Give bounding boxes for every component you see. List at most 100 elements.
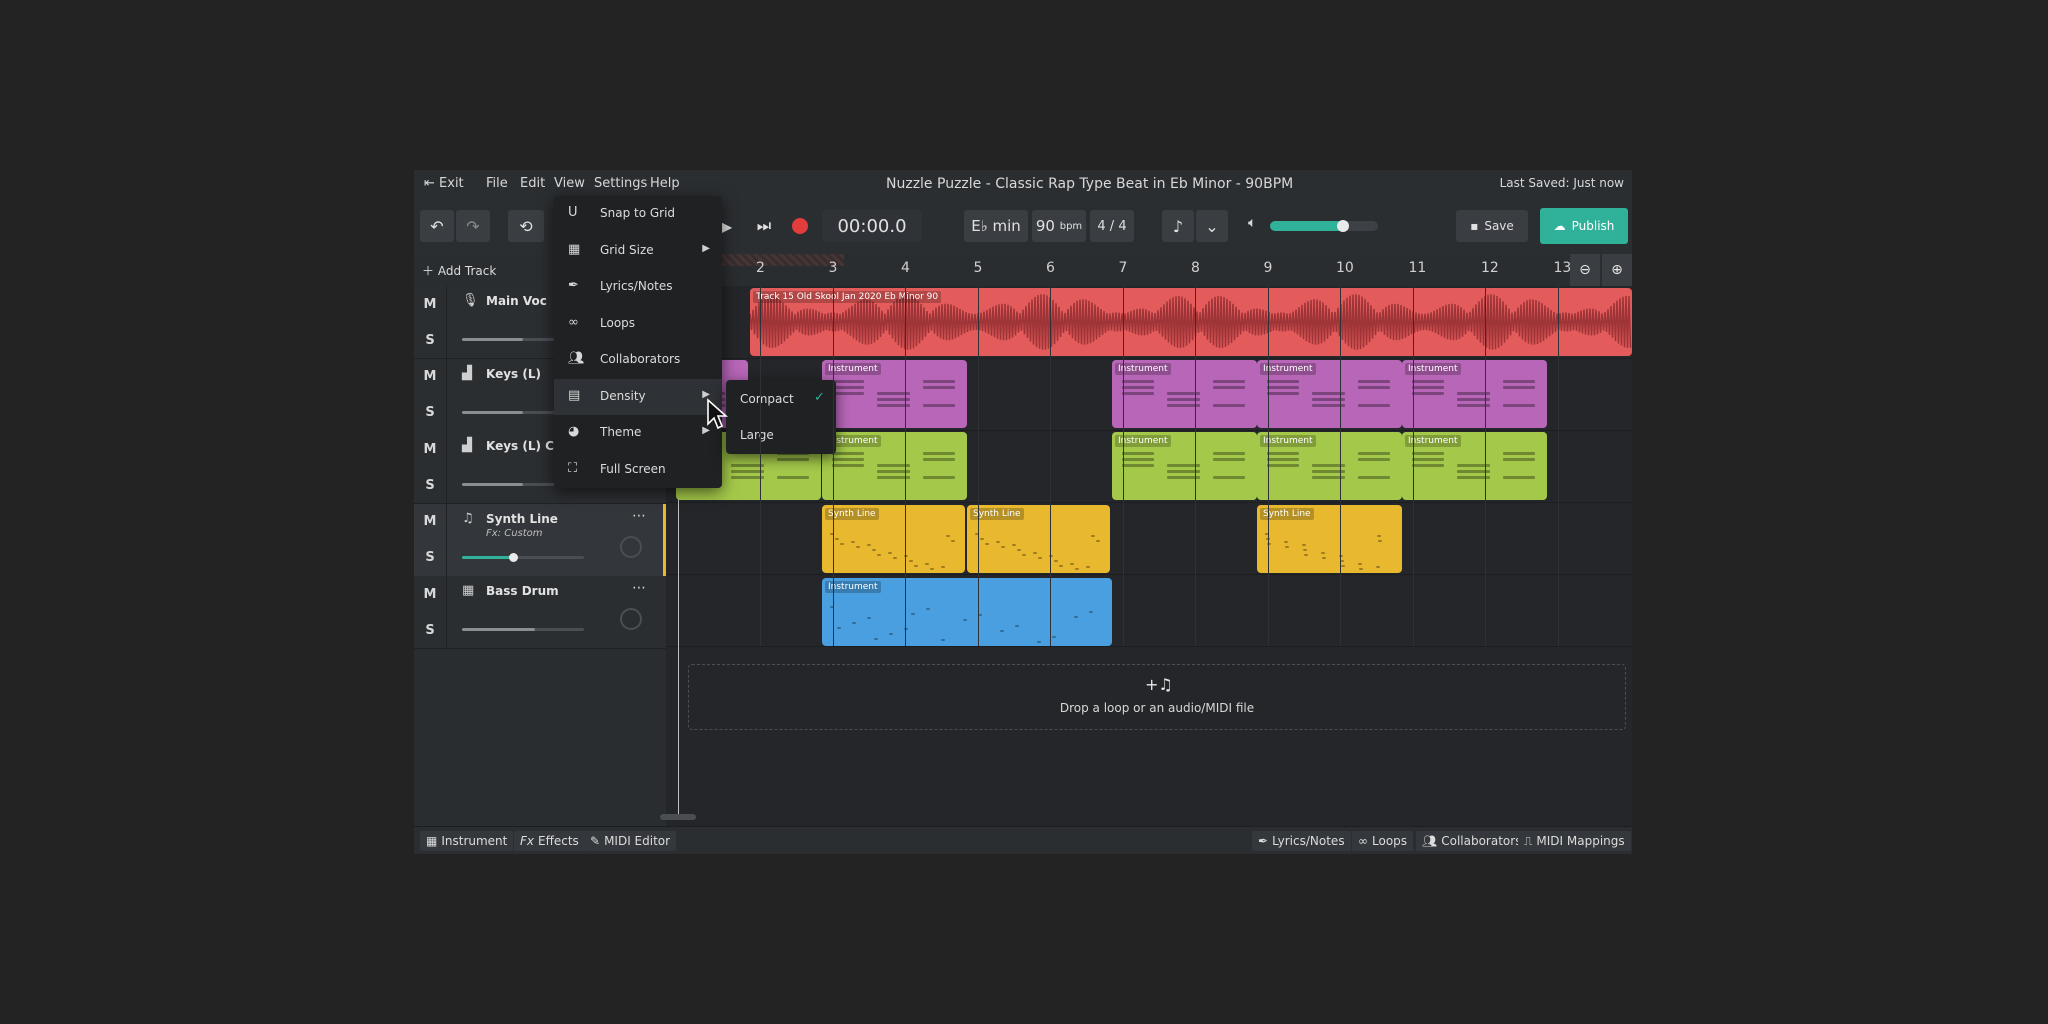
view-menu-item-density[interactable]: ▤ Density ▶ (554, 378, 722, 415)
zoom-out-icon[interactable]: ⊖ (1570, 254, 1600, 286)
metronome-icon[interactable]: ♪ (1162, 210, 1194, 242)
midi-clip-keys[interactable]: Instrument (822, 360, 967, 428)
lane-bass-drum[interactable] (666, 574, 1632, 647)
time-signature[interactable]: 4 / 4 (1090, 210, 1134, 242)
midi-clip-keys[interactable]: Instrument (1257, 360, 1402, 428)
loops-panel-button[interactable]: ∞ Loops (1352, 831, 1414, 851)
track-name[interactable]: Synth Line (486, 512, 558, 526)
solo-button[interactable]: S (414, 612, 447, 648)
view-menu-item-loops[interactable]: ∞ Loops (554, 306, 722, 342)
midi-clip-keys[interactable]: Instrument (1402, 360, 1547, 428)
solo-button[interactable]: S (414, 322, 447, 358)
view-menu-item-theme[interactable]: ◕ Theme ▶ (554, 415, 722, 451)
key-selector[interactable]: E♭ min (964, 210, 1028, 242)
grid-line (1267, 286, 1269, 646)
master-volume-slider[interactable] (1270, 220, 1378, 232)
menu-settings[interactable]: Settings (594, 176, 647, 191)
midi-note (1015, 625, 1019, 627)
instrument-panel-button[interactable]: ▦ Instrument (420, 831, 514, 851)
loop-region[interactable] (714, 254, 844, 266)
track-options-icon[interactable]: ⋯ (632, 580, 646, 596)
midi-note (1122, 386, 1155, 389)
midi-clip-synth[interactable]: Synth Line (1257, 505, 1402, 573)
grid-line (1412, 286, 1414, 646)
density-compact-option[interactable]: Compact (740, 392, 794, 406)
view-menu-item-grid-size[interactable]: ▦ Grid Size ▶ (554, 233, 722, 269)
exit-button[interactable]: ⇤ Exit (424, 176, 464, 191)
solo-button[interactable]: S (414, 394, 447, 431)
midi-note (1052, 636, 1056, 638)
drop-zone[interactable]: +♫ Drop a loop or an audio/MIDI file (688, 664, 1626, 730)
track-name[interactable]: Bass Drum (486, 584, 559, 598)
view-menu-item-collaborators[interactable]: 👥︎ Collaborators (554, 342, 722, 378)
midi-note (996, 541, 1000, 543)
horizontal-scrollbar[interactable] (660, 814, 696, 820)
mute-button[interactable]: M (414, 286, 447, 322)
mute-button[interactable]: M (414, 503, 447, 540)
drum-machine-icon: ▦ (462, 583, 475, 598)
midi-note (922, 386, 955, 389)
view-menu-item-lyrics-notes[interactable]: ✒ Lyrics/Notes (554, 269, 722, 305)
midi-mappings-button[interactable]: ⎍ MIDI Mappings (1518, 831, 1631, 851)
pan-knob[interactable] (620, 535, 642, 558)
track-volume-slider[interactable] (462, 628, 584, 631)
midi-note (1122, 392, 1155, 395)
midi-clip-keys-copy[interactable]: Instrument (1402, 432, 1547, 500)
view-menu-item-snap-to-grid[interactable]: U Snap to Grid (554, 196, 722, 232)
solo-button[interactable]: S (414, 467, 447, 503)
master-volume-knob[interactable] (1337, 220, 1350, 232)
track-name[interactable]: Keys (L) (486, 367, 541, 381)
skip-end-icon[interactable]: ⏭ (748, 210, 780, 242)
track-header[interactable]: M S ▦ Bass Drum ⋯ (414, 576, 666, 649)
chevron-down-icon[interactable]: ⌄ (1196, 210, 1228, 242)
record-button[interactable] (784, 210, 816, 242)
track-header[interactable]: M S ♫ Synth Line Fx: Custom ⋯ (414, 503, 666, 577)
save-button[interactable]: ▪ Save (1456, 210, 1528, 242)
midi-note (1054, 560, 1058, 562)
publish-button[interactable]: ☁ Publish (1540, 208, 1628, 244)
midi-clip-keys-copy[interactable]: Instrument (822, 432, 967, 500)
bpm-field[interactable]: 90 bpm (1032, 210, 1086, 242)
collaborators-panel-button[interactable]: 👥︎ Collaborators (1416, 831, 1528, 851)
midi-clip-synth[interactable]: Synth Line (822, 505, 965, 573)
mute-button[interactable]: M (414, 431, 447, 467)
loop-toggle-icon[interactable]: ⟲ (508, 210, 544, 242)
zoom-in-icon[interactable]: ⊕ (1602, 254, 1632, 286)
midi-note (835, 538, 839, 540)
menu-edit[interactable]: Edit (520, 176, 545, 191)
menu-file[interactable]: File (486, 176, 508, 191)
mute-button[interactable]: M (414, 576, 447, 612)
midi-note (888, 552, 892, 554)
midi-note (1502, 386, 1535, 389)
midi-clip-keys-copy[interactable]: Instrument (1257, 432, 1402, 500)
lyrics-panel-button[interactable]: ✒ Lyrics/Notes (1252, 831, 1351, 851)
add-track-button[interactable]: ＋ Add Track (422, 262, 496, 279)
lane-synth[interactable] (666, 502, 1632, 575)
track-name[interactable]: Main Voc (486, 294, 547, 308)
midi-note (946, 535, 950, 537)
menu-view[interactable]: View (554, 176, 585, 191)
track-volume-knob[interactable] (509, 552, 519, 562)
view-menu-item-full-screen[interactable]: ⛶ Full Screen (554, 452, 722, 488)
bpm-unit: bpm (1059, 220, 1083, 232)
density-large-option[interactable]: Large (740, 428, 774, 442)
pencil-icon: ✎ (590, 834, 601, 848)
redo-icon[interactable]: ↷ (456, 210, 490, 242)
track-options-icon[interactable]: ⋯ (632, 508, 646, 524)
midi-note (1322, 557, 1326, 559)
solo-button[interactable]: S (414, 539, 447, 576)
midi-clip-synth[interactable]: Synth Line (967, 505, 1110, 573)
undo-icon[interactable]: ↶ (420, 210, 454, 242)
track-volume-slider[interactable] (462, 552, 584, 562)
effects-panel-button[interactable]: Fx Effects (514, 831, 585, 851)
menu-help[interactable]: Help (650, 176, 680, 191)
midi-editor-button[interactable]: ✎ MIDI Editor (584, 831, 677, 851)
audio-clip-main-voc[interactable]: Track 15 Old Skool Jan 2020 Eb Minor 90 (750, 288, 1632, 356)
midi-note (874, 638, 878, 640)
midi-clip-bass-drum[interactable]: Instrument (822, 578, 1112, 646)
mute-button[interactable]: M (414, 358, 447, 395)
midi-clip-keys[interactable]: Instrument (1112, 360, 1257, 428)
midi-clip-keys-copy[interactable]: Instrument (1112, 432, 1257, 500)
midi-note (1122, 380, 1155, 383)
pan-knob[interactable] (620, 608, 642, 630)
